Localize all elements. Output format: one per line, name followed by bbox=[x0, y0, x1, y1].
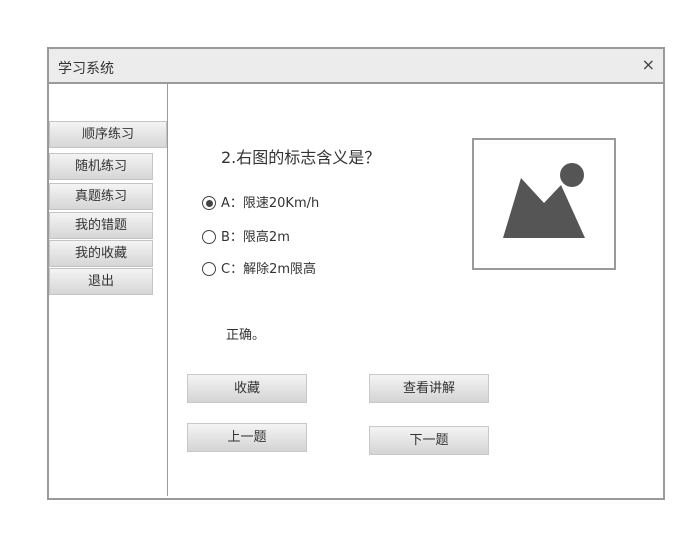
window-title: 学习系统 bbox=[58, 61, 114, 77]
sidebar-divider bbox=[167, 84, 168, 496]
answer-result: 正确。 bbox=[226, 328, 266, 343]
app-window: 学习系统 × 顺序练习 随机练习 真题练习 我的错题 我的收藏 退出 2.右图的… bbox=[47, 47, 665, 500]
sidebar-item-random-practice[interactable]: 随机练习 bbox=[49, 153, 153, 180]
option-a[interactable]: A：限速20Km/h bbox=[202, 196, 319, 214]
option-b-label: B：限高2m bbox=[221, 230, 290, 245]
image-placeholder-icon bbox=[503, 163, 585, 238]
sidebar-item-exam-practice[interactable]: 真题练习 bbox=[49, 183, 153, 210]
sidebar-item-exit[interactable]: 退出 bbox=[49, 268, 153, 295]
sidebar-item-wrong-questions[interactable]: 我的错题 bbox=[49, 212, 153, 239]
radio-selected-icon[interactable] bbox=[202, 196, 216, 210]
option-a-label: A：限速20Km/h bbox=[221, 196, 320, 211]
option-c[interactable]: C：解除2m限高 bbox=[202, 262, 316, 280]
close-button[interactable]: × bbox=[642, 56, 655, 74]
option-c-label: C：解除2m限高 bbox=[221, 262, 317, 277]
title-bar: 学习系统 × bbox=[49, 49, 663, 84]
option-b[interactable]: B：限高2m bbox=[202, 230, 290, 248]
favorite-button[interactable]: 收藏 bbox=[187, 374, 307, 403]
next-question-button[interactable]: 下一题 bbox=[369, 426, 489, 455]
sign-image bbox=[472, 138, 616, 270]
radio-icon[interactable] bbox=[202, 230, 216, 244]
previous-question-button[interactable]: 上一题 bbox=[187, 423, 307, 452]
question-text: 2.右图的标志含义是？ bbox=[221, 148, 381, 167]
view-explanation-button[interactable]: 查看讲解 bbox=[369, 374, 489, 403]
radio-icon[interactable] bbox=[202, 262, 216, 276]
sidebar-item-favorites[interactable]: 我的收藏 bbox=[49, 240, 153, 267]
sidebar-item-sequential-practice[interactable]: 顺序练习 bbox=[49, 121, 167, 148]
